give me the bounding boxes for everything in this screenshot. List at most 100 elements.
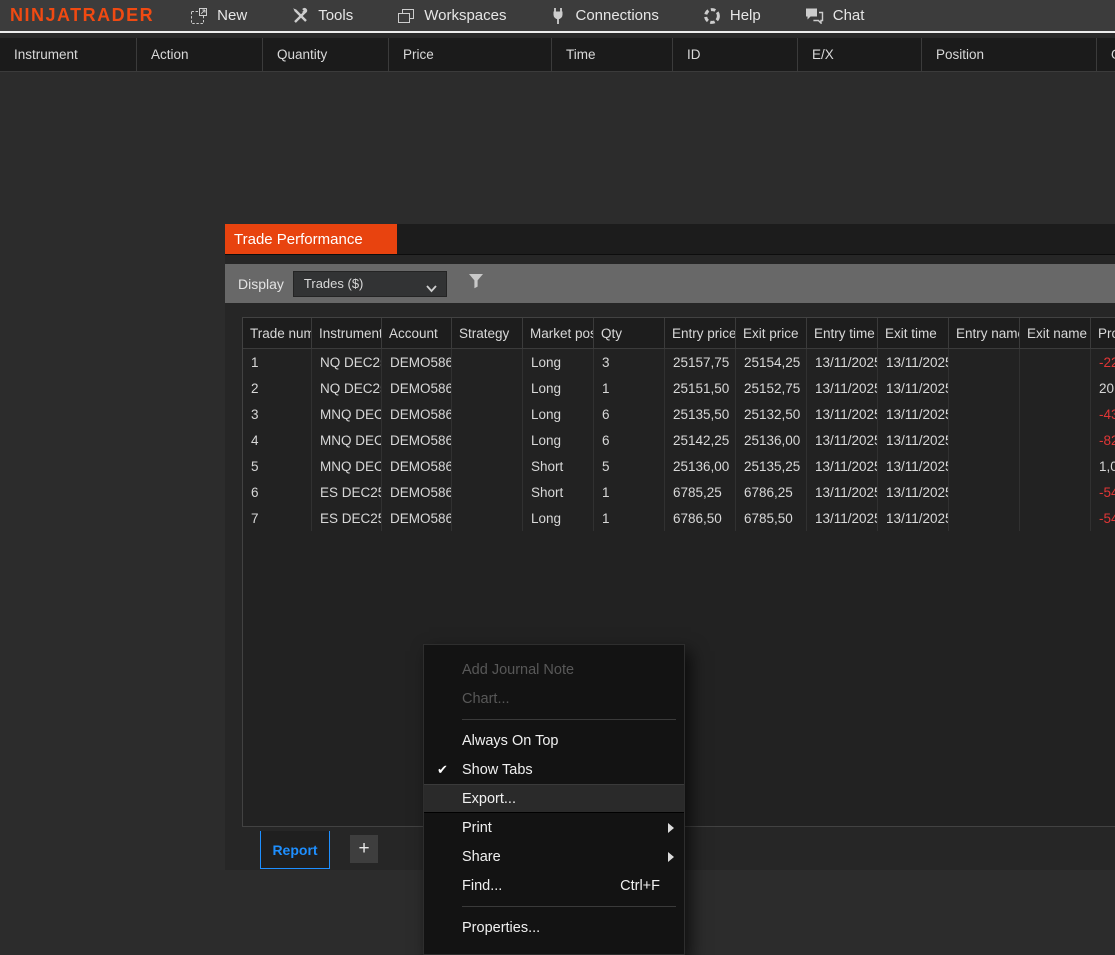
table-cell: 13/11/2025 — [878, 375, 949, 401]
context-menu-item-share[interactable]: Share — [424, 842, 684, 871]
table-cell: DEMO5868399 — [382, 349, 452, 375]
orders-column-quantity[interactable]: Quantity — [263, 38, 389, 71]
chat-icon — [805, 7, 824, 24]
table-cell: 6 — [594, 427, 665, 453]
context-menu-item-label: Print — [462, 820, 492, 836]
context-menu-item-properties[interactable]: Properties... — [424, 913, 684, 942]
table-cell: 1 — [594, 505, 665, 531]
context-menu-item-export[interactable]: Export... — [424, 784, 684, 813]
orders-column-instrument[interactable]: Instrument — [0, 38, 137, 71]
context-menu-item-always-on-top[interactable]: Always On Top — [424, 726, 684, 755]
table-cell: 25136,00 — [736, 427, 807, 453]
trade-performance-title-tab[interactable]: Trade Performance — [225, 224, 397, 254]
table-cell: 3 — [594, 349, 665, 375]
profit-cell: -54,00 — [1091, 479, 1115, 505]
table-cell — [452, 375, 523, 401]
context-menu-item-label: Properties... — [462, 920, 540, 936]
table-cell: 13/11/2025 — [878, 479, 949, 505]
menubar-item-chat[interactable]: Chat — [805, 7, 865, 24]
menubar-item-new[interactable]: New — [190, 7, 247, 25]
context-menu-item-show-tabs[interactable]: ✔Show Tabs — [424, 755, 684, 784]
menubar-item-connections[interactable]: Connections — [550, 7, 658, 25]
menu-separator — [462, 719, 676, 720]
window-tab-strip: Trade Performance — [225, 224, 1115, 254]
trades-column-entry-time[interactable]: Entry time — [807, 318, 878, 348]
tools-icon — [291, 7, 309, 25]
checkmark-icon: ✔ — [437, 762, 448, 778]
table-cell: ES DEC25 — [312, 479, 382, 505]
trades-column-account[interactable]: Account — [382, 318, 452, 348]
trades-column-entry-price[interactable]: Entry price — [665, 318, 736, 348]
tab-report[interactable]: Report — [260, 831, 330, 869]
context-menu-item-label: Share — [462, 849, 501, 865]
menubar-item-label: Connections — [575, 7, 658, 24]
connections-icon — [550, 7, 566, 25]
trades-column-exit-price[interactable]: Exit price — [736, 318, 807, 348]
table-cell — [1020, 505, 1091, 531]
table-cell: 5 — [243, 453, 312, 479]
table-cell — [949, 479, 1020, 505]
add-tab-button[interactable]: + — [350, 835, 378, 863]
table-row[interactable]: 6ES DEC25DEMO5868399Short16785,256786,25… — [243, 479, 1115, 505]
trades-column-strategy[interactable]: Strategy — [452, 318, 523, 348]
table-cell — [452, 427, 523, 453]
menubar: NINJATRADER NewToolsWorkspacesConnection… — [0, 0, 1115, 31]
display-dropdown[interactable]: Trades ($) — [293, 271, 447, 297]
table-cell: 6 — [243, 479, 312, 505]
trades-column-entry-name[interactable]: Entry name — [949, 318, 1020, 348]
table-cell: 25136,00 — [665, 453, 736, 479]
trades-column-trade-number[interactable]: Trade number — [243, 318, 312, 348]
table-cell: 25142,25 — [665, 427, 736, 453]
table-cell: 1 — [243, 349, 312, 375]
table-cell — [1020, 401, 1091, 427]
context-menu-item-find[interactable]: Find...Ctrl+F — [424, 871, 684, 900]
workspaces-icon — [397, 7, 415, 25]
table-cell: 25135,25 — [736, 453, 807, 479]
context-menu-item-label: Add Journal Note — [462, 662, 574, 678]
trades-column-market-pos[interactable]: Market pos. — [523, 318, 594, 348]
table-cell: 13/11/2025 — [878, 349, 949, 375]
table-row[interactable]: 7ES DEC25DEMO5868399Long16786,506785,501… — [243, 505, 1115, 531]
menubar-item-tools[interactable]: Tools — [291, 7, 353, 25]
table-cell: 6785,25 — [665, 479, 736, 505]
menubar-item-help[interactable]: Help — [703, 7, 761, 25]
table-row[interactable]: 5MNQ DEC25DEMO5868399Short525136,0025135… — [243, 453, 1115, 479]
orders-column-position[interactable]: Position — [922, 38, 1097, 71]
trades-column-qty[interactable]: Qty — [594, 318, 665, 348]
context-menu-item-print[interactable]: Print — [424, 813, 684, 842]
table-cell: MNQ DEC25 — [312, 401, 382, 427]
orders-column-e-x[interactable]: E/X — [798, 38, 922, 71]
table-cell: 13/11/2025 — [807, 453, 878, 479]
table-cell: ES DEC25 — [312, 505, 382, 531]
table-cell: 13/11/2025 — [807, 427, 878, 453]
trades-column-exit-name[interactable]: Exit name — [1020, 318, 1091, 348]
orders-column-id[interactable]: ID — [673, 38, 798, 71]
orders-column-action[interactable]: Action — [137, 38, 263, 71]
table-row[interactable]: 1NQ DEC25DEMO5868399Long325157,7525154,2… — [243, 349, 1115, 375]
table-cell — [1020, 427, 1091, 453]
table-cell: DEMO5868399 — [382, 479, 452, 505]
orders-column-time[interactable]: Time — [552, 38, 673, 71]
orders-table-header: InstrumentActionQuantityPriceTimeIDE/XPo… — [0, 38, 1115, 72]
trades-column-exit-time[interactable]: Exit time — [878, 318, 949, 348]
table-cell: NQ DEC25 — [312, 349, 382, 375]
trades-column-profit[interactable]: Profit — [1091, 318, 1115, 348]
submenu-arrow-icon — [668, 823, 674, 833]
table-row[interactable]: 2NQ DEC25DEMO5868399Long125151,5025152,7… — [243, 375, 1115, 401]
help-icon — [703, 7, 721, 25]
menubar-item-label: New — [217, 7, 247, 24]
table-cell — [949, 427, 1020, 453]
table-row[interactable]: 3MNQ DEC25DEMO5868399Long625135,5025132,… — [243, 401, 1115, 427]
table-row[interactable]: 4MNQ DEC25DEMO5868399Long625142,2525136,… — [243, 427, 1115, 453]
orders-column-price[interactable]: Price — [389, 38, 552, 71]
filter-button[interactable] — [468, 273, 484, 294]
trades-column-instrument[interactable]: Instrument — [312, 318, 382, 348]
menubar-item-workspaces[interactable]: Workspaces — [397, 7, 506, 25]
profit-cell: -43,00 — [1091, 401, 1115, 427]
table-cell — [1020, 349, 1091, 375]
table-cell: 13/11/2025 — [807, 479, 878, 505]
table-cell: 6786,25 — [736, 479, 807, 505]
table-cell — [949, 453, 1020, 479]
table-cell — [949, 375, 1020, 401]
orders-column-o[interactable]: O — [1097, 38, 1115, 71]
